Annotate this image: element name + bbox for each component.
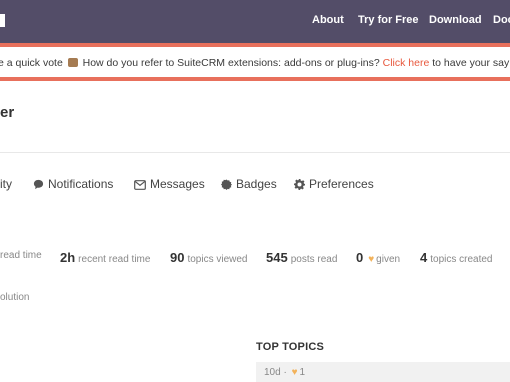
- stat-value: 2h: [60, 250, 76, 265]
- banner-question: How do you refer to SuiteCRM extensions:…: [79, 57, 383, 69]
- tab-badges[interactable]: Badges: [221, 177, 277, 191]
- banner-click-here-link[interactable]: Click here: [383, 57, 430, 69]
- comment-icon: [33, 179, 44, 190]
- top-topics-heading: TOP TOPICS: [256, 341, 325, 353]
- tab-label: Badges: [236, 177, 277, 191]
- stat-topics-created: 4 topics created: [420, 250, 493, 265]
- stat-label: read time: [0, 250, 42, 261]
- top-topic-item[interactable]: 10d · ♥ 1: [256, 362, 510, 382]
- page-title: er: [0, 104, 15, 121]
- stat-label: topics created: [430, 254, 493, 265]
- tab-label: Preferences: [309, 177, 374, 191]
- stat-recent-read-time: 2h recent read time: [60, 250, 150, 265]
- tab-label: ity: [0, 177, 12, 191]
- stat-value: 0: [356, 250, 364, 265]
- ballot-box-icon: [67, 58, 78, 67]
- stat-label: topics viewed: [187, 254, 248, 265]
- announcement-banner: e a quick vote How do you refer to Suite…: [0, 43, 510, 81]
- stat-posts-read: 545 posts read: [266, 250, 337, 265]
- nav-try-for-free[interactable]: Try for Free: [358, 14, 419, 26]
- solutions-stat: olution: [0, 292, 30, 303]
- stat-value: 545: [266, 250, 288, 265]
- stat-likes-given: 0 ♥ given: [356, 250, 400, 265]
- tab-label: Notifications: [48, 177, 114, 191]
- site-header: About Try for Free Download Doc: [0, 0, 510, 43]
- tab-messages[interactable]: Messages: [134, 177, 205, 191]
- stat-label: given: [376, 254, 401, 265]
- stat-topics-viewed: 90 topics viewed: [170, 250, 248, 265]
- banner-text: e a quick vote How do you refer to Suite…: [0, 57, 509, 69]
- nav-download[interactable]: Download: [429, 14, 482, 26]
- topic-meta: 10d · ♥ 1: [264, 367, 306, 378]
- stat-label: recent read time: [78, 254, 151, 265]
- tab-activity[interactable]: ity: [0, 177, 12, 191]
- stat-value: 90: [170, 250, 185, 265]
- envelope-icon: [134, 180, 146, 190]
- certificate-icon: [221, 179, 232, 190]
- stat-read-time: read time: [0, 250, 42, 261]
- divider: [0, 152, 510, 153]
- site-logo[interactable]: [0, 14, 5, 27]
- nav-docs[interactable]: Doc: [493, 14, 510, 26]
- tab-notifications[interactable]: Notifications: [33, 177, 113, 191]
- banner-prefix: e a quick vote: [0, 57, 63, 69]
- topic-like-count: 1: [299, 367, 306, 378]
- tab-preferences[interactable]: Preferences: [294, 177, 374, 191]
- stat-label: posts read: [290, 254, 338, 265]
- banner-suffix: to have your say: [429, 57, 510, 69]
- topic-age: 10d: [264, 367, 281, 378]
- tab-label: Messages: [150, 177, 205, 191]
- gear-icon: [294, 179, 305, 190]
- heart-icon: ♥: [291, 367, 298, 378]
- heart-icon: ♥: [368, 254, 375, 265]
- stat-value: 4: [420, 250, 428, 265]
- nav-about[interactable]: About: [312, 14, 344, 26]
